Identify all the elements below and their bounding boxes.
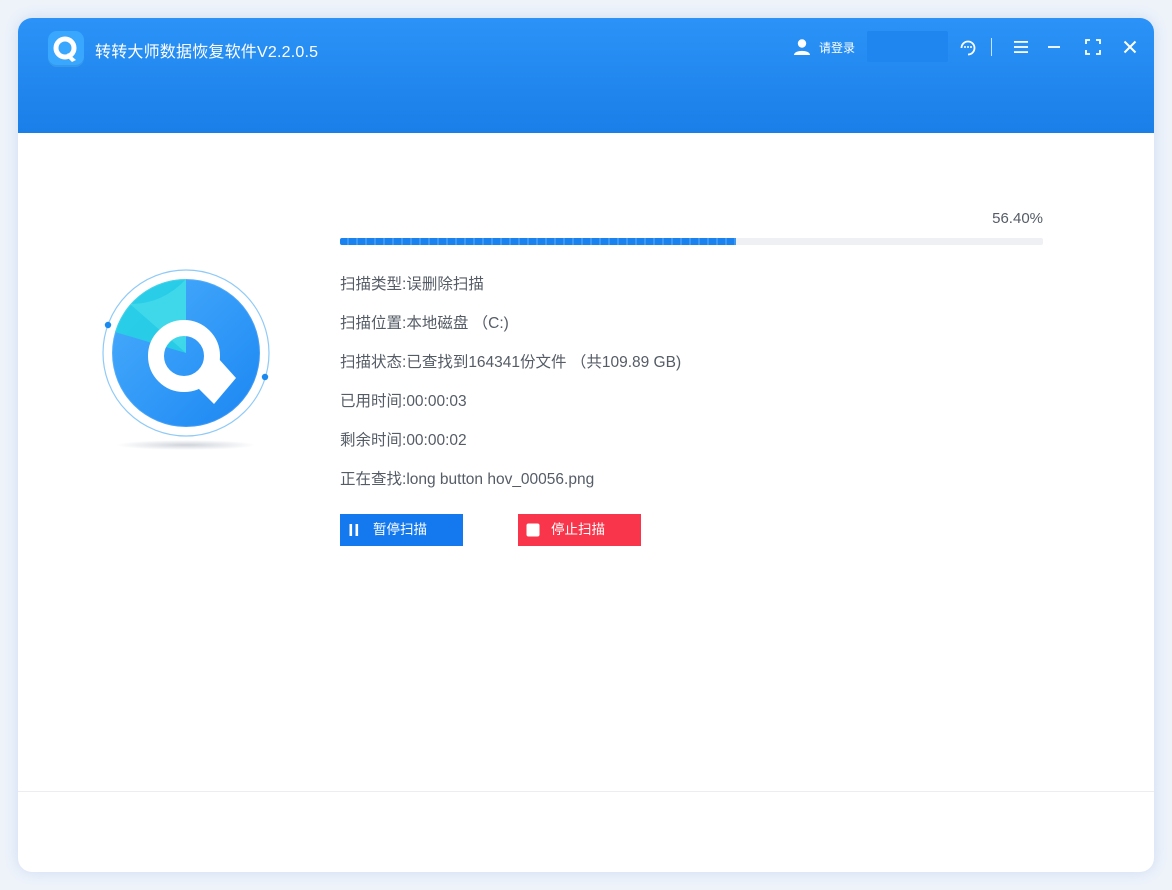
current-file-label: 正在查找: (340, 471, 407, 488)
elapsed-time-label: 已用时间: (340, 393, 407, 410)
app-title: 转转大师数据恢复软件V2.2.0.5 (95, 44, 319, 61)
progress-fill (340, 238, 737, 245)
scan-radar-icon (102, 269, 270, 450)
title-bar: 转转大师数据恢复软件V2.2.0.5 请登录 (18, 18, 1154, 133)
remaining-time-row: 剩余时间:00:00:02 (340, 430, 467, 452)
close-icon[interactable] (1120, 37, 1140, 57)
scan-type-label: 扫描类型: (340, 276, 407, 293)
minimize-icon[interactable] (1044, 37, 1064, 57)
scan-status-row: 扫描状态:已查找到164341份文件 （共109.89 GB) (340, 352, 681, 374)
progress-bar (340, 238, 1043, 245)
menu-icon[interactable] (1011, 37, 1031, 57)
account-field[interactable] (867, 31, 948, 62)
maximize-icon[interactable] (1083, 37, 1103, 57)
scan-status-label: 扫描状态: (340, 354, 407, 371)
pause-scan-label: 暂停扫描 (373, 522, 427, 537)
current-file-value: long button hov_00056.png (406, 471, 595, 488)
app-logo-icon (48, 31, 84, 67)
app-window: 转转大师数据恢复软件V2.2.0.5 请登录 56.40% 扫描类型:误删除扫描… (18, 18, 1154, 872)
pause-icon (349, 524, 359, 536)
stop-scan-label: 停止扫描 (551, 522, 605, 537)
remaining-time-label: 剩余时间: (340, 432, 407, 449)
scan-panel: 56.40% 扫描类型:误删除扫描 扫描位置:本地磁盘 （C:) 扫描状态:已查… (18, 133, 1154, 793)
scan-type-row: 扫描类型:误删除扫描 (340, 274, 484, 296)
elapsed-time-row: 已用时间:00:00:03 (340, 391, 467, 413)
remaining-time-value: 00:00:02 (406, 432, 467, 449)
elapsed-time-value: 00:00:03 (406, 393, 467, 410)
scan-location-value: 本地磁盘 （C:) (406, 315, 509, 332)
support-icon[interactable] (958, 37, 978, 57)
stop-scan-button[interactable]: 停止扫描 (518, 514, 641, 546)
scan-location-label: 扫描位置: (340, 315, 407, 332)
scan-type-value: 误删除扫描 (406, 276, 484, 293)
title-separator (991, 38, 992, 56)
user-icon[interactable] (792, 37, 812, 57)
stop-icon (526, 523, 540, 537)
scan-status-value: 已查找到164341份文件 （共109.89 GB) (406, 354, 682, 371)
pause-scan-button[interactable]: 暂停扫描 (340, 514, 463, 546)
current-file-row: 正在查找:long button hov_00056.png (340, 469, 594, 491)
scan-location-row: 扫描位置:本地磁盘 （C:) (340, 313, 509, 335)
footer-divider (18, 791, 1154, 792)
progress-percent: 56.40% (992, 210, 1043, 227)
login-link[interactable]: 请登录 (819, 39, 855, 56)
